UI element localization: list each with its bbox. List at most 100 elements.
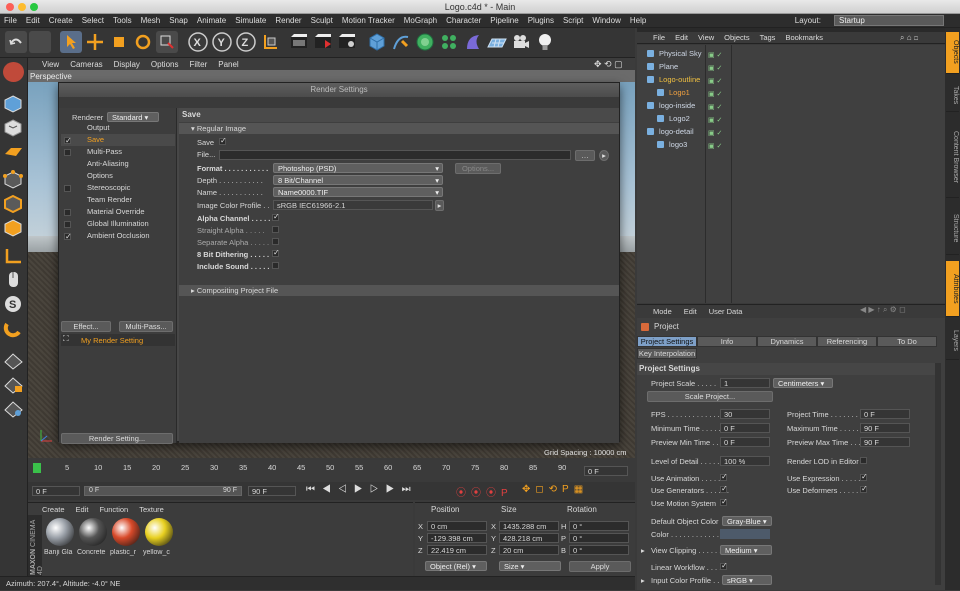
current-frame-field[interactable]: 0 F <box>584 466 628 476</box>
position-field[interactable]: 22.419 cm <box>427 545 487 555</box>
menu-create[interactable]: Create <box>49 16 73 25</box>
objects-menu-objects[interactable]: Objects <box>724 33 749 42</box>
render-to-picture-viewer-icon[interactable] <box>312 31 334 53</box>
file-path-field[interactable] <box>219 150 571 160</box>
start-frame-field[interactable]: 0 F <box>32 486 80 496</box>
render-category-checkbox[interactable] <box>64 135 72 147</box>
maximum-time-field[interactable]: 90 F <box>860 423 910 433</box>
render-category-output[interactable]: Output <box>61 122 175 134</box>
apply-button[interactable]: Apply <box>569 561 631 572</box>
locked-workplane-icon[interactable] <box>3 374 24 394</box>
polygons-mode-icon[interactable] <box>3 218 24 238</box>
objects-menu-tags[interactable]: Tags <box>760 33 776 42</box>
object-row[interactable]: Logo2 ▣ ✓ <box>637 112 945 125</box>
browse-file-button[interactable]: … <box>575 150 595 161</box>
view-clipping-dropdown[interactable]: Medium ▾ <box>720 545 772 555</box>
zoom-window-button[interactable] <box>30 3 38 11</box>
tab-dynamics[interactable]: Dynamics <box>757 336 817 347</box>
save-checkbox[interactable] <box>219 136 227 145</box>
render-category-material-override[interactable]: Material Override <box>61 206 175 218</box>
size-field[interactable]: 20 cm <box>499 545 559 555</box>
menu-window[interactable]: Window <box>592 16 620 25</box>
floor-environment-icon[interactable] <box>486 31 508 53</box>
include-sound-checkbox[interactable] <box>272 262 279 269</box>
render-category-ambient-occlusion[interactable]: Ambient Occlusion <box>61 230 175 243</box>
format-dropdown[interactable]: Photoshop (PSD) ▾ <box>273 163 443 173</box>
coordinate-system-icon[interactable] <box>259 31 281 53</box>
move-icon[interactable] <box>84 31 106 53</box>
side-tab-objects[interactable]: Objects <box>946 32 959 74</box>
menu-script[interactable]: Script <box>563 16 583 25</box>
preset-row[interactable]: ⛶ My Render Setting <box>61 334 175 346</box>
object-row[interactable]: Plane ▣ ✓ <box>637 60 945 73</box>
position-field[interactable]: -129.398 cm <box>427 533 487 543</box>
material-swatch[interactable] <box>145 518 173 546</box>
timeline[interactable]: 051015202530354045505560657075808590 0 F <box>28 460 635 482</box>
use-motion-system-checkbox[interactable] <box>720 497 728 506</box>
rotation-field[interactable]: 0 ° <box>569 521 629 531</box>
tweak-mode-icon[interactable] <box>3 270 24 290</box>
preview-min-field[interactable]: 0 F <box>720 437 770 447</box>
subdivision-surface-icon[interactable] <box>414 31 436 53</box>
workplane-mode-icon[interactable] <box>3 142 24 162</box>
use-deformers-checkbox[interactable] <box>860 484 868 493</box>
render-category-multi-pass[interactable]: Multi-Pass <box>61 146 175 158</box>
view-clipping-arrow-icon[interactable]: ▸ <box>641 545 645 556</box>
undo-button[interactable] <box>5 31 27 53</box>
render-setting-button[interactable]: Render Setting... <box>61 433 173 444</box>
deformer-icon[interactable] <box>462 31 484 53</box>
tab-referencing[interactable]: Referencing <box>817 336 877 347</box>
render-category-options[interactable]: Options <box>61 170 175 182</box>
file-options-button[interactable]: ▸ <box>599 150 609 161</box>
magnet-icon[interactable] <box>3 318 24 338</box>
default-object-color-dropdown[interactable]: Gray-Blue ▾ <box>722 516 772 526</box>
use-generators-checkbox[interactable] <box>720 484 728 493</box>
render-view-icon[interactable] <box>288 31 310 53</box>
color-profile-button[interactable]: ▸ <box>435 200 444 211</box>
light-bulb-icon[interactable] <box>534 31 556 53</box>
input-color-profile-dropdown[interactable]: sRGB ▾ <box>722 575 772 585</box>
size-mode-dropdown[interactable]: Size ▾ <box>499 561 561 571</box>
tab-info[interactable]: Info <box>697 336 757 347</box>
material-swatch[interactable] <box>112 518 140 546</box>
workplane-grid-icon[interactable] <box>3 350 24 370</box>
render-category-checkbox[interactable] <box>64 185 71 192</box>
redo-button[interactable] <box>29 31 51 53</box>
viewport-navigation-icons[interactable]: ✥ ⟲ ▢ <box>594 59 623 70</box>
material-swatch[interactable] <box>79 518 107 546</box>
render-category-checkbox[interactable] <box>64 209 71 216</box>
camera-icon[interactable] <box>510 31 532 53</box>
render-category-team-render[interactable]: Team Render <box>61 194 175 206</box>
viewport-menu-display[interactable]: Display <box>114 60 140 69</box>
compositing-header[interactable]: ▸ Compositing Project File <box>179 285 619 296</box>
record-keys-icons[interactable]: ⦿⦿⦿P <box>456 484 513 499</box>
side-tab-structure[interactable]: Structure <box>946 204 959 255</box>
menu-select[interactable]: Select <box>82 16 104 25</box>
object-row[interactable]: Logo1 ▣ ✓ <box>637 86 945 99</box>
tab-project-settings[interactable]: Project Settings <box>637 336 697 347</box>
attributes-menu-edit[interactable]: Edit <box>684 307 697 316</box>
live-selection-icon[interactable] <box>60 31 82 53</box>
input-profile-arrow-icon[interactable]: ▸ <box>641 575 645 586</box>
menu-character[interactable]: Character <box>446 16 481 25</box>
objects-menu-view[interactable]: View <box>698 33 714 42</box>
rotation-field[interactable]: 0 ° <box>569 533 629 543</box>
end-frame-field[interactable]: 90 F <box>248 486 296 496</box>
cube-primitive-icon[interactable] <box>366 31 388 53</box>
effect-button[interactable]: Effect... <box>61 321 111 332</box>
options-button[interactable]: Options... <box>455 163 501 174</box>
attributes-scrollbar[interactable] <box>935 363 941 585</box>
attributes-menu-mode[interactable]: Mode <box>653 307 672 316</box>
edges-mode-icon[interactable] <box>3 194 24 214</box>
object-row[interactable]: Logo-outline ▣ ✓ <box>637 73 945 86</box>
size-field[interactable]: 428.218 cm <box>499 533 559 543</box>
coordinate-mode-dropdown[interactable]: Object (Rel) ▾ <box>425 561 487 571</box>
menu-help[interactable]: Help <box>630 16 646 25</box>
attributes-menu-user-data[interactable]: User Data <box>709 307 743 316</box>
rotation-field[interactable]: 0 ° <box>569 545 629 555</box>
depth-dropdown[interactable]: 8 Bit/Channel ▾ <box>273 175 443 185</box>
axis-mode-icon[interactable] <box>3 246 24 266</box>
viewport-menu-cameras[interactable]: Cameras <box>70 60 102 69</box>
side-tab-attributes[interactable]: Attributes <box>946 260 959 317</box>
rotate-icon[interactable] <box>132 31 154 53</box>
